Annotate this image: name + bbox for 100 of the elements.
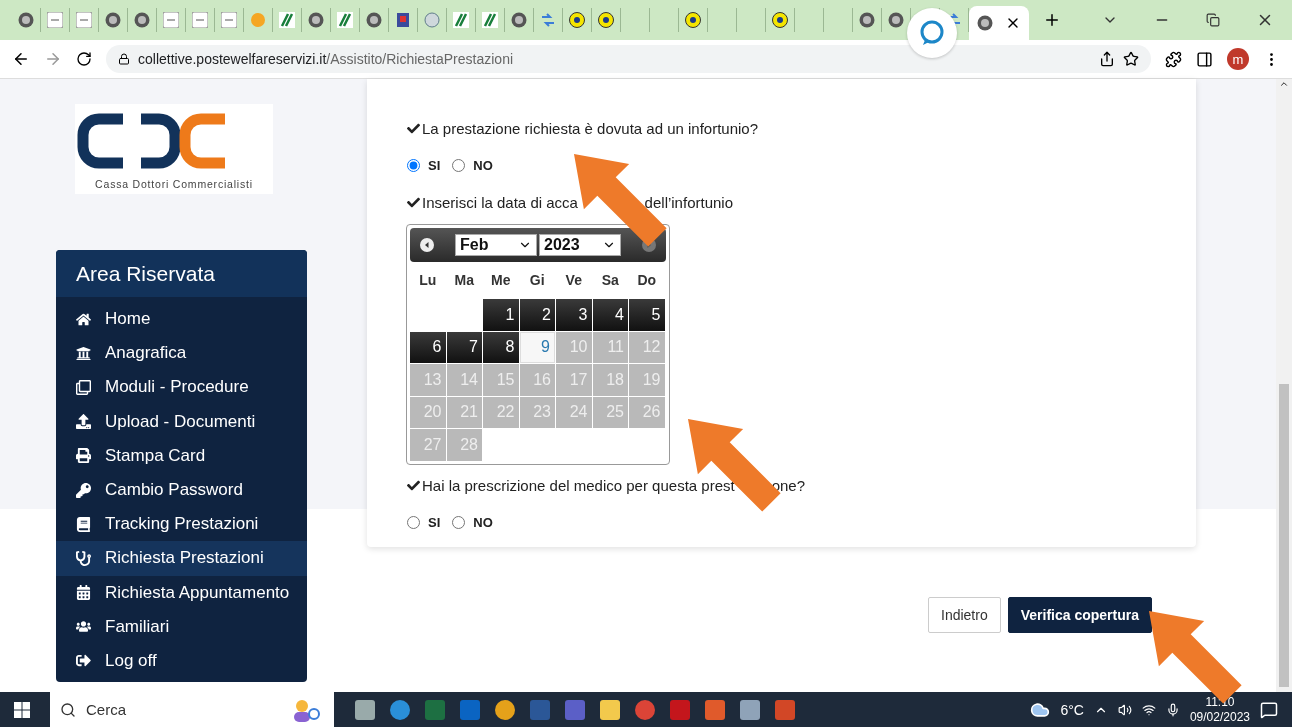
share-icon[interactable]	[1099, 51, 1115, 67]
radio-label: SI	[428, 515, 441, 530]
weekday-label: Me	[490, 271, 512, 290]
weekday-label: Do	[636, 271, 658, 290]
sidebar-item[interactable]: Upload - Documenti	[56, 404, 307, 439]
microphone-icon[interactable]	[1165, 702, 1180, 717]
sidebar-item[interactable]: Tracking Prestazioni	[56, 507, 307, 542]
bank-icon	[76, 345, 91, 361]
globe-icon	[18, 12, 34, 28]
calendar-day[interactable]: 7	[446, 331, 482, 363]
taskbar-app-icon[interactable]	[389, 698, 411, 721]
check-icon	[407, 479, 420, 492]
calendar-day[interactable]: 6	[410, 331, 446, 363]
taskbar-app-icon[interactable]	[704, 698, 726, 721]
question-text: dell’infortunio	[644, 193, 733, 211]
shield-icon	[395, 12, 411, 28]
sidebar-item[interactable]: Richiesta Appuntamento	[56, 575, 307, 610]
check-icon	[407, 195, 420, 209]
back-button[interactable]: Indietro	[928, 597, 1001, 633]
url-text: collettive.postewelfareservizi.it/Assistito/RichiestaPrestazioni	[138, 51, 514, 67]
sidebar-item[interactable]: Cambio Password	[56, 472, 307, 508]
sidebar-item[interactable]: Familiari	[56, 609, 307, 644]
sidebar-item[interactable]: Stampa Card	[56, 438, 307, 473]
search-icon	[60, 701, 76, 718]
pt-logo-icon	[685, 12, 701, 28]
side-panel-icon[interactable]	[1196, 50, 1213, 68]
radio-button[interactable]	[407, 158, 420, 172]
forward-icon[interactable]	[44, 50, 62, 68]
prev-icon[interactable]	[420, 238, 434, 252]
notifications-icon[interactable]	[1260, 700, 1278, 719]
calendar-day[interactable]: 4	[592, 299, 628, 331]
radio-label: NO	[473, 515, 493, 530]
upload-icon	[76, 414, 91, 430]
taskbar-app-icon[interactable]	[494, 698, 516, 721]
radio-button[interactable]	[452, 516, 466, 529]
calendar-day[interactable]: 3	[556, 299, 592, 331]
speaker-icon[interactable]	[1117, 702, 1132, 717]
bookmark-star-icon[interactable]	[1123, 51, 1139, 67]
calendar-icon	[76, 585, 91, 601]
back-icon[interactable]	[12, 50, 30, 68]
users-icon	[76, 619, 91, 635]
taskbar-app-icon[interactable]	[354, 698, 376, 721]
weekday-label: Lu	[418, 271, 438, 290]
stripes-icon	[453, 12, 469, 28]
weekday-label: Gi	[528, 271, 546, 290]
new-tab-icon[interactable]	[1043, 11, 1061, 29]
scroll-up-icon[interactable]	[1279, 79, 1289, 89]
year-select[interactable]: 2023	[539, 234, 621, 256]
site-icon	[76, 12, 92, 28]
temperature: 6°C	[1060, 701, 1084, 718]
calendar-day[interactable]: 9	[519, 331, 555, 363]
site-icon	[163, 12, 179, 28]
profile-avatar[interactable]: m	[1227, 48, 1249, 70]
calendar-day[interactable]: 5	[629, 299, 665, 331]
address-bar[interactable]: collettive.postewelfareservizi.it/Assistito/RichiestaPrestazioni	[106, 45, 1151, 73]
weekday-label: Ve	[564, 271, 583, 290]
pt-logo-icon	[598, 12, 614, 28]
stethoscope-icon	[76, 550, 91, 566]
lock-icon	[118, 53, 130, 65]
wifi-icon[interactable]	[1141, 702, 1156, 717]
taskbar-search-field[interactable]: Cerca	[50, 692, 334, 727]
verify-button[interactable]: Verifica copertura	[1007, 597, 1152, 633]
calendar-day[interactable]: 1	[483, 299, 519, 331]
sidebar-item[interactable]: Moduli - Procedure	[56, 370, 307, 405]
month-select[interactable]: Feb	[455, 234, 537, 256]
site-icon	[424, 12, 440, 28]
sidebar-item[interactable]: Richiesta Prestazioni	[56, 541, 307, 576]
book-icon	[76, 516, 91, 532]
globe-icon	[977, 15, 993, 31]
home-icon	[76, 311, 91, 327]
logo: Cassa Dottori Commercialisti	[75, 104, 273, 194]
reload-icon[interactable]	[76, 51, 92, 67]
radio-label: SI	[428, 157, 441, 173]
calendar-day[interactable]: 8	[483, 331, 519, 363]
extensions-icon[interactable]	[1165, 50, 1182, 68]
taskbar-app-icon[interactable]	[739, 698, 761, 721]
globe-icon	[366, 12, 382, 28]
stripes-icon	[279, 12, 295, 28]
sidebar-title: Area Riservata	[56, 250, 307, 297]
radio-button[interactable]	[407, 516, 420, 529]
stripes-icon	[482, 12, 498, 28]
radio-button[interactable]	[452, 158, 466, 172]
restore-icon[interactable]	[1206, 13, 1220, 27]
scrollbar[interactable]	[1276, 79, 1292, 692]
site-icon	[47, 12, 63, 28]
globe-icon	[511, 12, 527, 28]
calendar-day[interactable]: 2	[519, 299, 555, 331]
browser-tab[interactable]	[969, 6, 1029, 40]
sidebar-item[interactable]: Home	[56, 302, 307, 337]
site-icon	[221, 12, 237, 28]
taskbar-app-icon[interactable]	[599, 698, 621, 721]
question-text: Hai la prescrizione del medico per questa prest	[422, 477, 735, 494]
search-placeholder: Cerca	[86, 701, 127, 718]
sidebar-item[interactable]: Anagrafica	[56, 336, 307, 371]
globe-icon	[308, 12, 324, 28]
globe-icon	[134, 12, 150, 28]
stripes-icon	[337, 12, 353, 28]
windows-start-icon[interactable]	[14, 701, 30, 718]
sidebar-item[interactable]: Log off	[56, 643, 307, 679]
weekday-label: Sa	[600, 271, 620, 290]
